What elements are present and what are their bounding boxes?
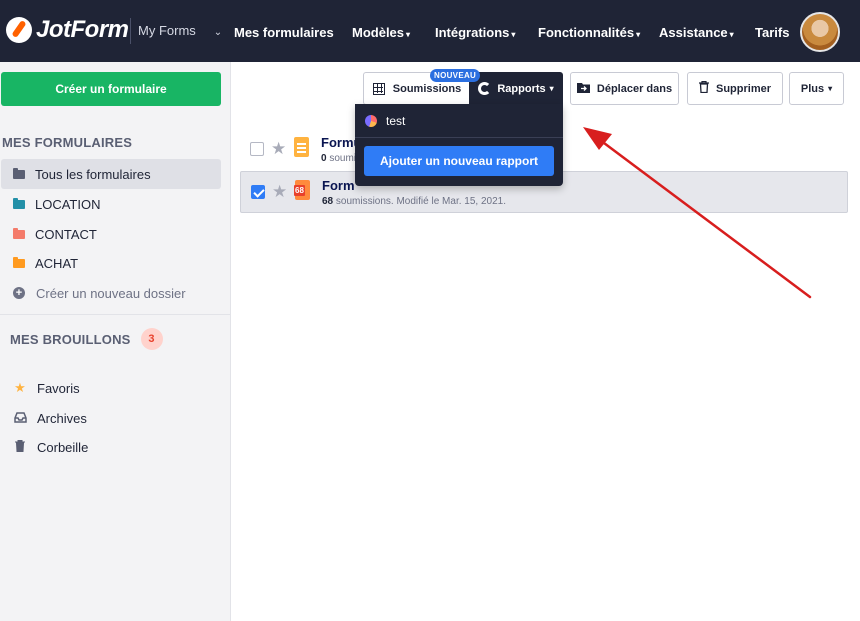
sidebar-item-location[interactable]: LOCATION [1,189,221,219]
sidebar: Créer un formulaire MES FORMULAIRES Tous… [0,62,231,621]
sidebar-item-label: ACHAT [35,255,79,271]
sidebar-item-label: CONTACT [35,226,97,242]
inbox-icon [13,411,27,426]
pie-chart-icon [365,115,377,127]
dropdown-divider [355,137,563,138]
logo-text: JotForm [36,16,129,43]
my-forms-label: My Forms [138,23,196,38]
form-checkbox[interactable] [250,142,264,156]
report-item-test[interactable]: test [365,113,405,129]
nav-assistance[interactable]: Assistance ▾ [659,25,734,40]
drafts-count-badge: 3 [140,328,163,350]
trash-icon [13,439,27,455]
move-to-label: Déplacer dans [596,82,673,95]
chevron-down-icon: ⌄ [213,27,223,38]
folder-move-icon [576,82,590,96]
nav-tarifs[interactable]: Tarifs [755,25,789,40]
form-document-icon: 68 [294,180,310,200]
caret-down-icon: ▾ [828,84,833,93]
star-icon: ★ [14,380,26,395]
top-navigation-bar: JotForm My Forms ⌄ Mes formulaires Modèle… [0,0,860,62]
add-report-button[interactable]: Ajouter un nouveau rapport [364,146,554,176]
reports-button[interactable]: Rapports ▾ [469,72,563,105]
sidebar-item-all-forms[interactable]: Tous les formulaires [1,159,221,189]
move-to-button[interactable]: Déplacer dans [570,72,679,105]
delete-label: Supprimer [715,82,771,95]
folder-icon [13,167,25,179]
user-avatar[interactable] [800,12,840,52]
reports-icon [478,82,492,95]
folder-icon [13,227,25,239]
more-label: Plus [800,82,825,95]
trash-icon [698,80,709,96]
star-icon[interactable]: ★ [271,139,286,159]
caret-down-icon: ▾ [549,84,554,93]
sidebar-item-achat[interactable]: ACHAT [1,248,221,278]
reports-label: Rapports [497,82,546,95]
nav-fonctionnalites[interactable]: Fonctionnalités ▾ [538,25,640,40]
sidebar-item-label: Corbeille [37,439,89,455]
sidebar-item-label: Favoris [37,380,80,396]
caret-down-icon: ▾ [511,30,516,39]
caret-down-icon: ▾ [636,30,641,39]
sidebar-item-label: Archives [37,410,87,426]
my-forms-section-title: MES FORMULAIRES [2,135,133,150]
jotform-logo[interactable]: JotForm [6,16,129,44]
my-forms-switcher[interactable]: My Forms ⌄ [130,18,222,44]
form-checkbox[interactable] [251,185,265,199]
form-submissions-info: 0 soumi [321,153,357,164]
sidebar-divider [0,314,231,315]
folder-icon [13,197,25,209]
create-folder-label: Créer un nouveau dossier [36,285,186,301]
jotform-logo-icon [6,17,32,43]
sidebar-item-label: Tous les formulaires [35,166,151,182]
form-title[interactable]: Form [322,178,355,193]
table-grid-icon [372,82,385,95]
sidebar-item-corbeille[interactable]: Corbeille [1,432,221,462]
new-badge: NOUVEAU [430,69,481,82]
nav-integrations[interactable]: Intégrations ▾ [435,25,515,40]
caret-down-icon: ▾ [406,30,411,39]
create-form-button[interactable]: Créer un formulaire [1,72,221,106]
sidebar-item-favoris[interactable]: ★ Favoris [1,373,221,403]
sidebar-item-archives[interactable]: Archives [1,403,221,433]
folder-icon [13,256,25,268]
form-submissions-info: 68 soumissions. Modifié le Mar. 15, 2021… [322,196,506,207]
nav-modeles[interactable]: Modèles ▾ [352,25,410,40]
sidebar-item-label: LOCATION [35,196,101,212]
caret-down-icon: ▾ [729,30,734,39]
report-item-label: test [386,114,406,128]
sidebar-item-contact[interactable]: CONTACT [1,219,221,249]
nav-mes-formulaires[interactable]: Mes formulaires [234,25,334,40]
drafts-section[interactable]: MES BROUILLONS 3 [10,328,163,350]
drafts-section-title: MES BROUILLONS [10,331,131,347]
star-icon[interactable]: ★ [272,182,287,202]
more-button[interactable]: Plus ▾ [789,72,844,105]
plus-circle-icon: + [13,287,25,299]
create-folder-link[interactable]: + Créer un nouveau dossier [1,278,221,308]
new-submissions-badge: 68 [294,185,305,196]
reports-dropdown: test Ajouter un nouveau rapport [355,104,563,186]
submissions-label: Soumissions [392,82,462,95]
delete-button[interactable]: Supprimer [687,72,783,105]
form-document-icon [294,137,309,157]
